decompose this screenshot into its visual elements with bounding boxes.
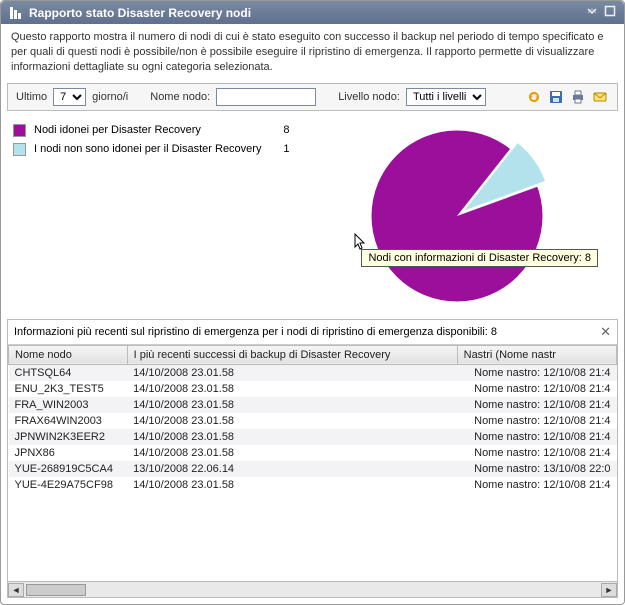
- last-days-select[interactable]: 7: [53, 88, 86, 106]
- table-row[interactable]: YUE-4E29A75CF9814/10/2008 23.01.58Nome n…: [9, 477, 617, 493]
- table-row[interactable]: FRAX64WIN200314/10/2008 23.01.58Nome nas…: [9, 413, 617, 429]
- table-row[interactable]: JPNWIN2K3EER214/10/2008 23.01.58Nome nas…: [9, 429, 617, 445]
- table-caption: Informazioni più recenti sul ripristino …: [8, 320, 617, 345]
- chart-area: Nodi idonei per Disaster Recovery 8 I no…: [1, 113, 624, 315]
- legend-swatch-icon: [13, 124, 26, 137]
- legend-item[interactable]: I nodi non sono idonei per il Disaster R…: [13, 140, 289, 159]
- table-cell: 14/10/2008 23.01.58: [127, 429, 457, 445]
- table-cell: 14/10/2008 23.01.58: [127, 381, 457, 397]
- legend-label: Nodi idonei per Disaster Recovery: [34, 124, 261, 136]
- legend-swatch-icon: [13, 143, 26, 156]
- table-cell: Nome nastro: 13/10/08 22:0: [457, 461, 616, 477]
- table-row[interactable]: CHTSQL6414/10/2008 23.01.58Nome nastro: …: [9, 364, 617, 381]
- window-title: Rapporto stato Disaster Recovery nodi: [29, 6, 580, 20]
- column-header[interactable]: Nastri (Nome nastr: [457, 345, 616, 364]
- days-label: giorno/i: [92, 91, 128, 103]
- node-level-select[interactable]: Tutti i livelli: [406, 88, 486, 106]
- print-button[interactable]: [569, 88, 587, 106]
- table-row[interactable]: YUE-268919C5CA413/10/2008 22.06.14Nome n…: [9, 461, 617, 477]
- scroll-left-icon[interactable]: ◄: [8, 583, 24, 597]
- table-cell: 14/10/2008 23.01.58: [127, 413, 457, 429]
- table-cell: YUE-268919C5CA4: [9, 461, 128, 477]
- scroll-thumb[interactable]: [26, 584, 86, 596]
- table-cell: Nome nastro: 12/10/08 21:4: [457, 413, 616, 429]
- table-cell: 13/10/2008 22.06.14: [127, 461, 457, 477]
- table-caption-text: Informazioni più recenti sul ripristino …: [14, 326, 497, 338]
- filter-toolbar: Ultimo 7 giorno/i Nome nodo: Livello nod…: [7, 83, 618, 111]
- close-icon[interactable]: ✕: [600, 324, 611, 340]
- table-cell: FRA_WIN2003: [9, 397, 128, 413]
- chart-legend: Nodi idonei per Disaster Recovery 8 I no…: [13, 121, 289, 311]
- table-cell: Nome nastro: 12/10/08 21:4: [457, 397, 616, 413]
- horizontal-scrollbar[interactable]: ◄ ►: [8, 581, 617, 597]
- table-cell: JPNX86: [9, 445, 128, 461]
- node-name-label: Nome nodo:: [150, 91, 210, 103]
- table-cell: Nome nastro: 12/10/08 21:4: [457, 381, 616, 397]
- collapse-icon[interactable]: [586, 5, 598, 20]
- report-description: Questo rapporto mostra il numero di nodi…: [1, 24, 624, 81]
- table-cell: YUE-4E29A75CF98: [9, 477, 128, 493]
- detail-table-panel: Informazioni più recenti sul ripristino …: [7, 319, 618, 598]
- column-header[interactable]: Nome nodo: [9, 345, 128, 364]
- detail-table: Nome nodo I più recenti successi di back…: [8, 345, 617, 493]
- maximize-icon[interactable]: [604, 5, 616, 20]
- node-name-input[interactable]: [216, 88, 316, 106]
- window-titlebar: Rapporto stato Disaster Recovery nodi: [1, 1, 624, 24]
- legend-label: I nodi non sono idonei per il Disaster R…: [34, 143, 261, 155]
- table-cell: FRAX64WIN2003: [9, 413, 128, 429]
- refresh-button[interactable]: [525, 88, 543, 106]
- table-cell: 14/10/2008 23.01.58: [127, 397, 457, 413]
- table-cell: CHTSQL64: [9, 364, 128, 381]
- table-cell: JPNWIN2K3EER2: [9, 429, 128, 445]
- pie-chart[interactable]: Nodi con informazioni di Disaster Recove…: [301, 121, 612, 311]
- table-row[interactable]: JPNX8614/10/2008 23.01.58Nome nastro: 12…: [9, 445, 617, 461]
- email-button[interactable]: [591, 88, 609, 106]
- table-cell: Nome nastro: 12/10/08 21:4: [457, 364, 616, 381]
- table-cell: 14/10/2008 23.01.58: [127, 364, 457, 381]
- column-header[interactable]: I più recenti successi di backup di Disa…: [127, 345, 457, 364]
- report-icon: [9, 6, 23, 20]
- save-button[interactable]: [547, 88, 565, 106]
- legend-item[interactable]: Nodi idonei per Disaster Recovery 8: [13, 121, 289, 140]
- table-cell: Nome nastro: 12/10/08 21:4: [457, 445, 616, 461]
- legend-value: 1: [269, 143, 289, 155]
- scroll-right-icon[interactable]: ►: [601, 583, 617, 597]
- last-label: Ultimo: [16, 91, 47, 103]
- legend-value: 8: [269, 124, 289, 136]
- table-cell: Nome nastro: 12/10/08 21:4: [457, 477, 616, 493]
- table-cell: ENU_2K3_TEST5: [9, 381, 128, 397]
- table-cell: 14/10/2008 23.01.58: [127, 477, 457, 493]
- table-row[interactable]: FRA_WIN200314/10/2008 23.01.58Nome nastr…: [9, 397, 617, 413]
- node-level-label: Livello nodo:: [338, 91, 400, 103]
- table-cell: 14/10/2008 23.01.58: [127, 445, 457, 461]
- chart-tooltip: Nodi con informazioni di Disaster Recove…: [361, 249, 598, 267]
- table-row[interactable]: ENU_2K3_TEST514/10/2008 23.01.58Nome nas…: [9, 381, 617, 397]
- table-cell: Nome nastro: 12/10/08 21:4: [457, 429, 616, 445]
